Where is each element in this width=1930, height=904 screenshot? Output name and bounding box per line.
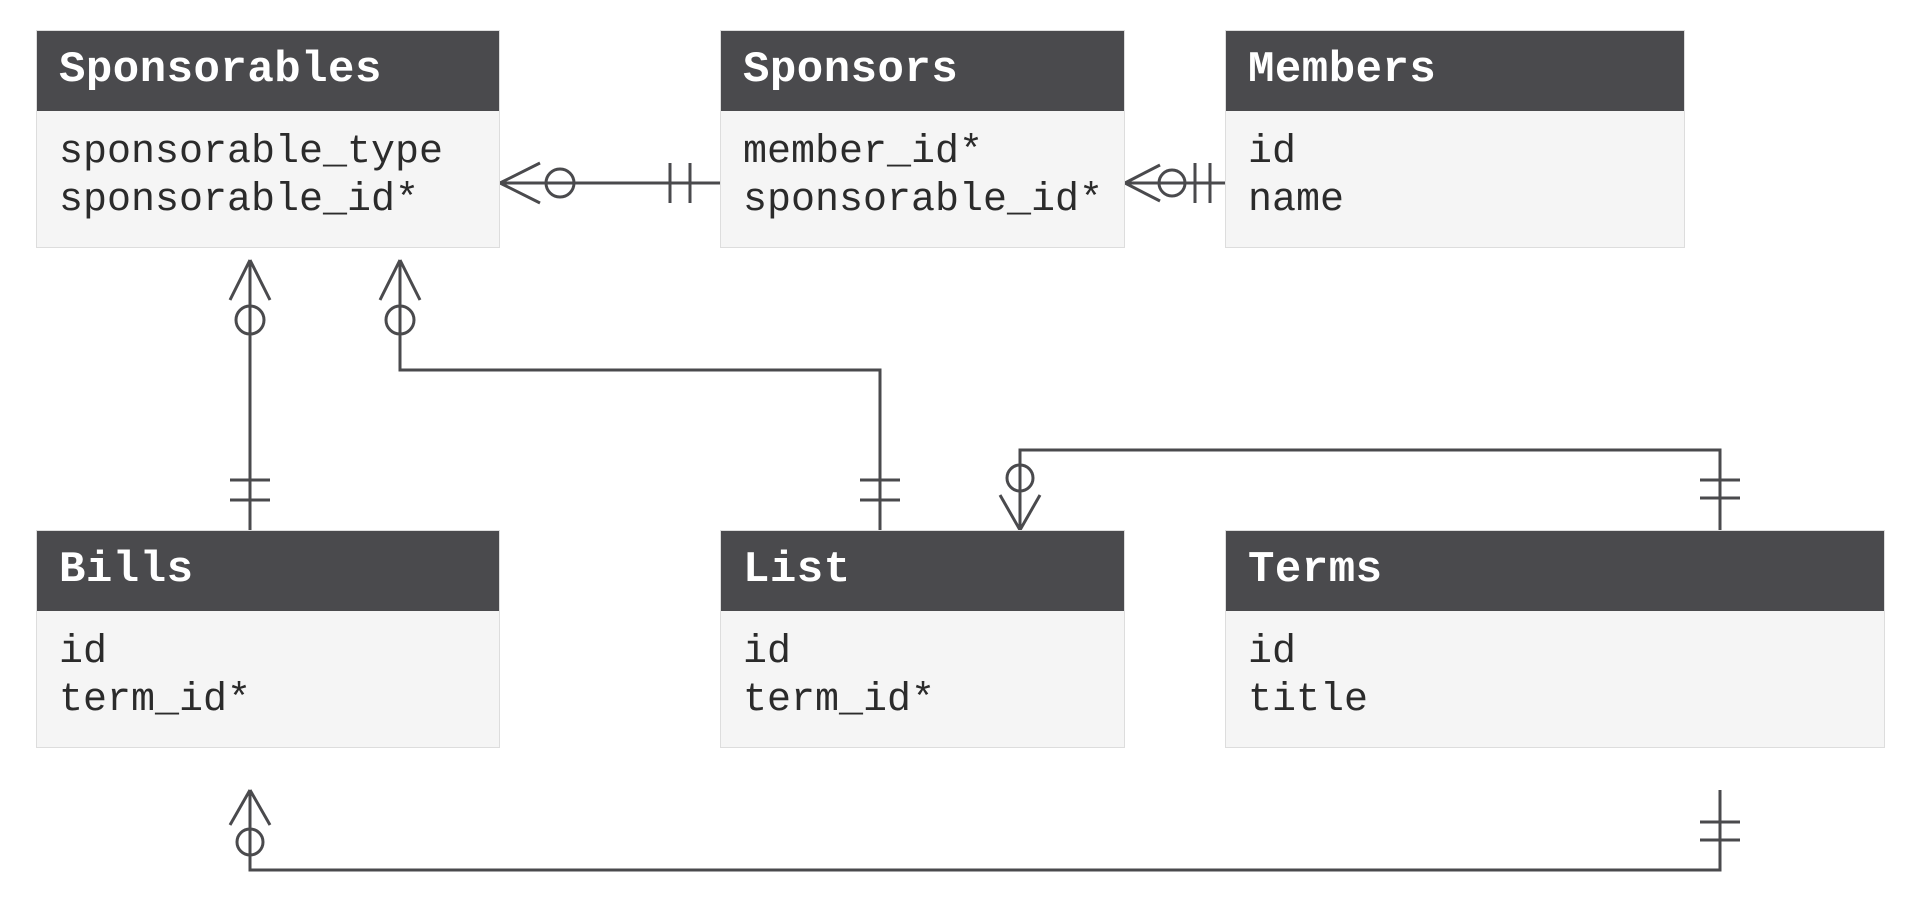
rel-sponsorables-sponsors <box>500 163 720 203</box>
entity-fields: id name <box>1226 111 1684 247</box>
entity-fields: id term_id* <box>37 611 499 747</box>
field: id <box>743 629 1102 677</box>
entity-fields: id title <box>1226 611 1884 747</box>
entity-bills: Bills id term_id* <box>36 530 500 748</box>
entity-fields: member_id* sponsorable_id* <box>721 111 1124 247</box>
entity-sponsors: Sponsors member_id* sponsorable_id* <box>720 30 1125 248</box>
field: sponsorable_type <box>59 129 477 177</box>
er-diagram: Sponsorables sponsorable_type sponsorabl… <box>0 0 1930 904</box>
field: id <box>59 629 477 677</box>
field: term_id* <box>743 677 1102 725</box>
entity-fields: sponsorable_type sponsorable_id* <box>37 111 499 247</box>
field: title <box>1248 677 1862 725</box>
rel-sponsors-members <box>1125 163 1225 203</box>
entity-sponsorables: Sponsorables sponsorable_type sponsorabl… <box>36 30 500 248</box>
field: member_id* <box>743 129 1102 177</box>
entity-members: Members id name <box>1225 30 1685 248</box>
entity-title: Sponsorables <box>37 31 499 111</box>
rel-list-terms <box>1000 450 1740 530</box>
entity-title: List <box>721 531 1124 611</box>
entity-title: Members <box>1226 31 1684 111</box>
field: name <box>1248 177 1662 225</box>
entity-fields: id term_id* <box>721 611 1124 747</box>
field: sponsorable_id* <box>743 177 1102 225</box>
field: id <box>1248 129 1662 177</box>
field: id <box>1248 629 1862 677</box>
entity-list: List id term_id* <box>720 530 1125 748</box>
entity-title: Bills <box>37 531 499 611</box>
entity-terms: Terms id title <box>1225 530 1885 748</box>
field: sponsorable_id* <box>59 177 477 225</box>
rel-sponsorables-bills <box>230 260 270 530</box>
rel-sponsorables-list <box>380 260 900 530</box>
rel-bills-terms <box>230 790 1740 870</box>
entity-title: Sponsors <box>721 31 1124 111</box>
field: term_id* <box>59 677 477 725</box>
entity-title: Terms <box>1226 531 1884 611</box>
